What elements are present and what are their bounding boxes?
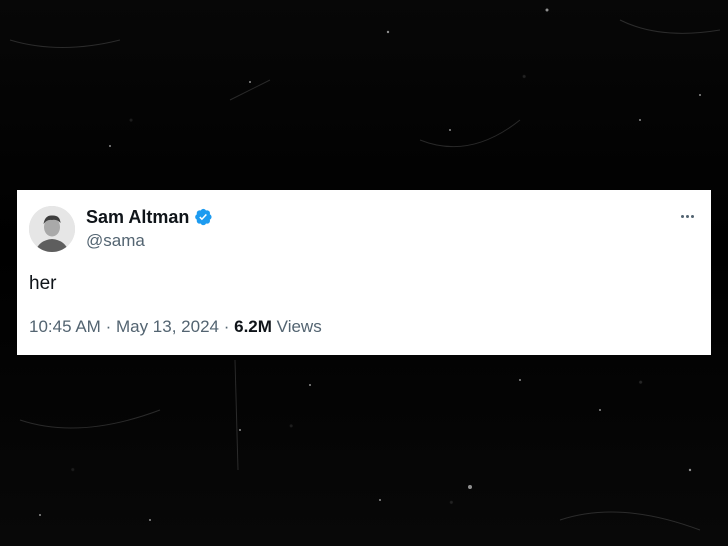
avatar[interactable] <box>29 206 75 252</box>
dark-textured-background: Sam Altman @sama her 10:45 AM · May 13, … <box>0 0 728 546</box>
author-handle[interactable]: @sama <box>86 230 145 252</box>
author-name-row: Sam Altman <box>86 206 213 228</box>
tweet-time[interactable]: 10:45 AM <box>29 317 101 336</box>
tweet-text: her <box>29 273 57 294</box>
meta-separator: · <box>105 317 112 336</box>
verified-badge-icon <box>195 208 212 226</box>
author-display-name[interactable]: Sam Altman <box>86 206 189 228</box>
views-count: 6.2M <box>234 317 272 336</box>
views-label: Views <box>276 317 322 336</box>
profile-photo <box>29 206 75 252</box>
meta-separator: · <box>223 317 230 336</box>
tweet-meta: 10:45 AM · May 13, 2024 · 6.2M Views <box>29 316 322 338</box>
more-options-icon[interactable] <box>677 208 697 224</box>
tweet-card[interactable]: Sam Altman @sama her 10:45 AM · May 13, … <box>17 190 711 355</box>
tweet-date[interactable]: May 13, 2024 <box>116 317 219 336</box>
